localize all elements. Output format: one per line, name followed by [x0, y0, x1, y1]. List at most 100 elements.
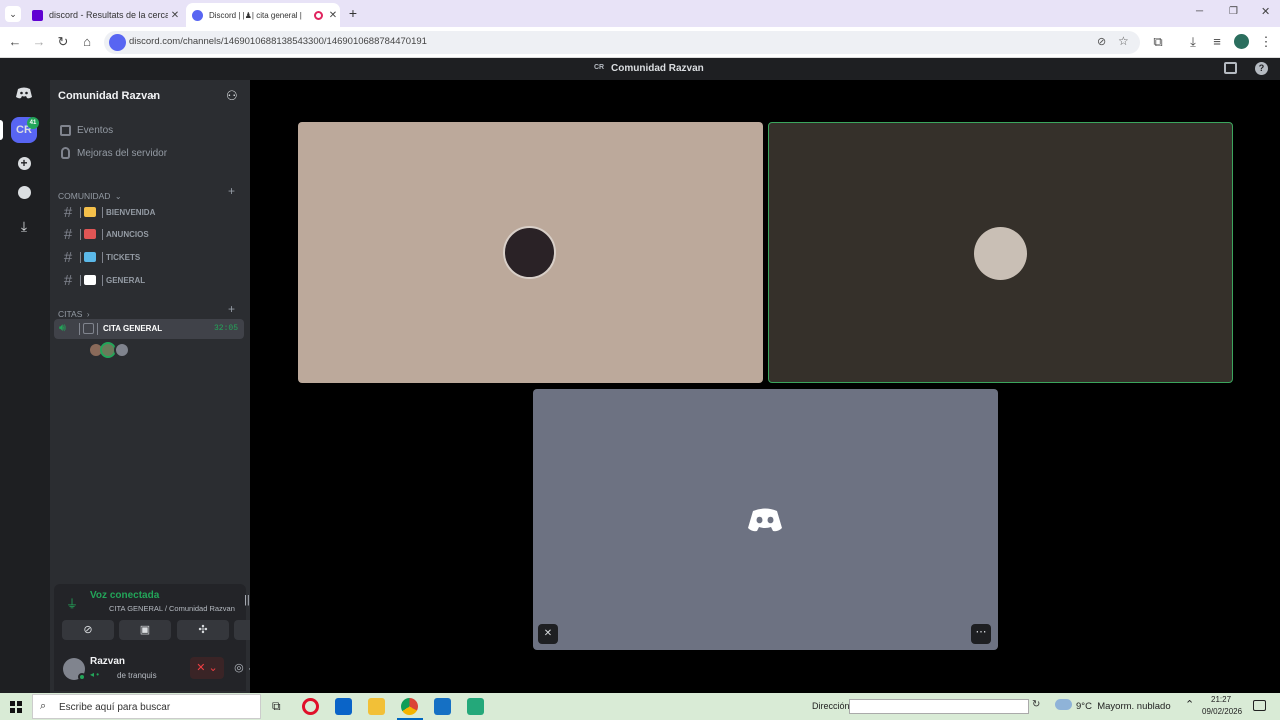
channel-general[interactable]: # GENERAL	[58, 270, 244, 290]
invite-people-icon[interactable]: ⚇	[226, 88, 238, 104]
tab-yahoo-search[interactable]: discord - Resultats de la cerca Y ✕	[26, 3, 182, 27]
site-info-icon[interactable]	[109, 34, 126, 51]
store-icon[interactable]	[434, 698, 451, 715]
megaphone-emoji-icon	[84, 229, 96, 239]
download-apps-icon[interactable]: ⤓	[11, 213, 37, 239]
restore-icon[interactable]: ❐	[1229, 6, 1238, 17]
download-icon[interactable]: ⤓	[1185, 34, 1201, 50]
close-icon[interactable]: ✕	[168, 10, 182, 21]
tab-discord[interactable]: Discord | |♟| cita general | ✕	[186, 3, 340, 27]
signal-icon: ⏚	[66, 597, 79, 611]
menu-label: Mejoras del servidor	[77, 148, 168, 159]
menu-mejoras[interactable]: Mejoras del servidor	[58, 145, 244, 163]
extensions-icon[interactable]: ⧉	[1150, 34, 1166, 50]
channel-bienvenida[interactable]: # BIENVENIDA	[58, 202, 244, 222]
participant-avatar[interactable]	[114, 342, 130, 358]
close-window-icon[interactable]: ✕	[1261, 5, 1270, 18]
eye-off-icon[interactable]: ⊘	[1097, 35, 1106, 48]
more-options-icon[interactable]: ⋯	[971, 624, 991, 644]
clock-time[interactable]: 21:27	[1211, 695, 1231, 704]
menu-eventos[interactable]: Eventos	[58, 122, 244, 140]
mic-muted-button[interactable]: ✕ ⌄	[190, 657, 224, 679]
browser-address-bar: ← → ↻ ⌂ discord.com/channels/14690106881…	[0, 27, 1280, 58]
category-label: CITAS	[58, 309, 83, 319]
video-tile-self[interactable]: ✕ ⋯	[533, 389, 998, 650]
channel-label: BIENVENIDA	[106, 207, 156, 217]
profile-avatar[interactable]	[1234, 34, 1249, 49]
server-name: Comunidad Razvan	[58, 90, 161, 102]
address-toolbar-label: Dirección	[812, 701, 850, 711]
taskbar-search-box[interactable]: ⌕ Escribe aquí para buscar	[32, 694, 261, 719]
voice-channel-cita-general[interactable]: 🔊︎ CITA GENERAL 32:05	[54, 319, 244, 339]
clock-date[interactable]: 09/02/2026	[1202, 707, 1242, 716]
bookmark-star-icon[interactable]: ☆	[1118, 34, 1129, 48]
voice-timer: 32:05	[214, 324, 239, 333]
outlook-icon[interactable]	[335, 698, 352, 715]
search-icon: ⌕	[40, 700, 47, 712]
new-tab-button[interactable]: +	[346, 5, 360, 21]
chrome-icon[interactable]	[401, 698, 418, 715]
channel-label: TICKETS	[106, 252, 141, 262]
browser-menu-icon[interactable]: ⋮	[1258, 34, 1274, 50]
participant-avatar	[974, 227, 1027, 280]
minimize-icon[interactable]: ─	[1196, 6, 1203, 17]
category-comunidad[interactable]: COMUNIDAD ⌄ +	[58, 184, 244, 201]
video-tile-participant-2[interactable]	[768, 122, 1233, 383]
boost-icon	[61, 147, 70, 159]
selected-server-indicator	[0, 120, 3, 140]
chevron-up-icon[interactable]: ⌃	[1185, 698, 1194, 711]
activities-button[interactable]: ✣	[177, 620, 229, 640]
add-server-icon[interactable]: +	[11, 150, 37, 176]
screen-share-button[interactable]: ▣	[119, 620, 171, 640]
channel-tickets[interactable]: # TICKETS	[58, 247, 244, 267]
weather-text[interactable]: 9°C Mayorm. nublado	[1076, 701, 1171, 712]
forward-icon[interactable]: →	[31, 34, 47, 50]
server-badge: CR	[594, 64, 605, 71]
server-voice-badge: 41	[27, 117, 39, 129]
add-channel-icon[interactable]: +	[228, 184, 235, 198]
address-toolbar-input[interactable]	[849, 699, 1029, 714]
channel-label: ANUNCIOS	[106, 229, 149, 239]
menu-label: Eventos	[77, 125, 114, 136]
voice-channel-label: CITA GENERAL	[103, 324, 163, 333]
inbox-icon[interactable]	[1224, 62, 1237, 74]
explore-icon[interactable]	[11, 182, 37, 208]
url-field[interactable]: discord.com/channels/1469010688138543300…	[104, 31, 1140, 54]
chevron-down-icon: ⌄	[149, 89, 158, 100]
camera-off-button[interactable]: ⊘	[62, 620, 114, 640]
media-control-icon[interactable]: ≡	[1209, 34, 1225, 50]
category-citas[interactable]: CITAS › +	[58, 302, 244, 319]
search-placeholder: Escribe aquí para buscar	[59, 702, 171, 713]
add-channel-icon[interactable]: +	[228, 302, 235, 316]
app-icon[interactable]	[467, 698, 484, 715]
task-view-icon[interactable]: ⧉	[272, 699, 281, 714]
server-rail: CR 41 + ⤓	[0, 80, 50, 693]
hashtag-icon: #	[63, 271, 73, 289]
discord-home-icon[interactable]	[11, 80, 37, 106]
tab-list-chevron-icon[interactable]: ⌄	[5, 6, 21, 22]
username: Razvan	[90, 656, 126, 667]
refresh-icon[interactable]: ↻	[1032, 699, 1040, 710]
file-explorer-icon[interactable]	[368, 698, 385, 715]
divider	[97, 323, 98, 335]
reload-icon[interactable]: ↻	[55, 34, 71, 50]
voice-location[interactable]: CITA GENERAL / Comunidad Razvan	[109, 604, 235, 613]
video-tile-participant-1[interactable]	[298, 122, 763, 383]
window-title: Comunidad Razvan	[611, 63, 704, 74]
channel-anuncios[interactable]: # ANUNCIOS	[58, 224, 244, 244]
windows-start-icon[interactable]	[10, 701, 22, 713]
tab-title: discord - Resultats de la cerca Y	[49, 10, 168, 20]
server-header[interactable]: Comunidad Razvan ⌄ ⚇	[50, 80, 250, 110]
recording-icon	[314, 10, 323, 20]
opera-icon[interactable]	[302, 698, 319, 715]
speaker-icon: 🔊︎	[59, 322, 66, 334]
close-icon[interactable]: ✕	[326, 10, 340, 21]
home-icon[interactable]: ⌂	[79, 34, 95, 50]
notification-icon[interactable]	[1253, 700, 1266, 711]
discord-logo-icon	[748, 508, 782, 532]
help-icon[interactable]: ?	[1255, 62, 1268, 75]
user-status-text: de tranquis	[117, 671, 157, 680]
back-icon[interactable]: ←	[7, 34, 23, 50]
category-label: COMUNIDAD	[58, 191, 111, 201]
divider	[79, 323, 80, 335]
